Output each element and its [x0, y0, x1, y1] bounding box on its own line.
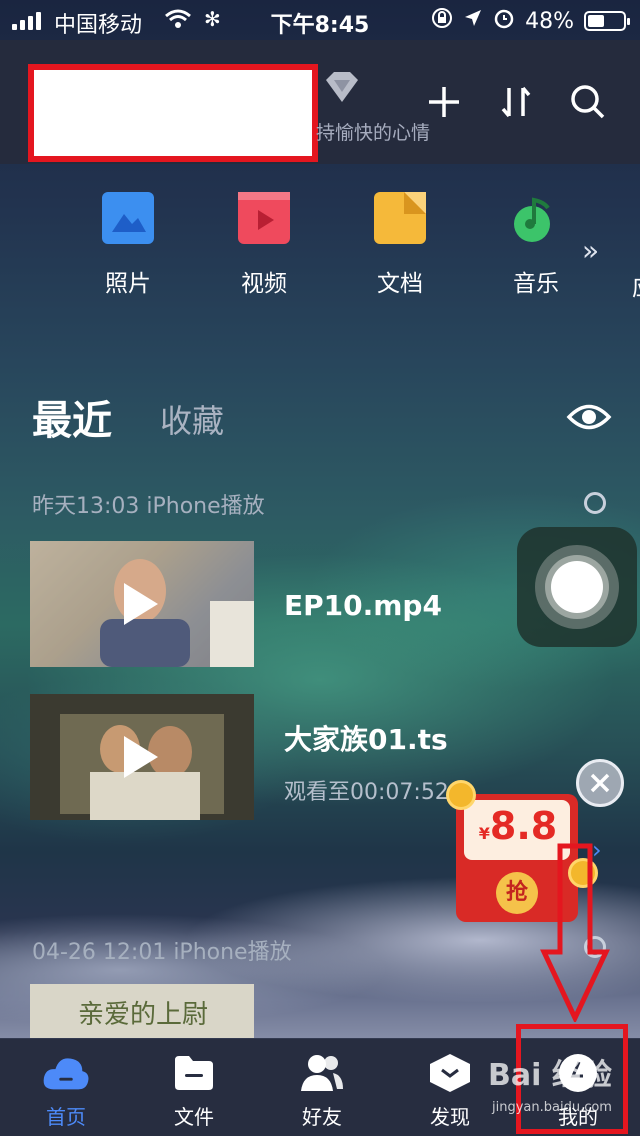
- red-packet-grab-button[interactable]: 抢: [496, 872, 538, 914]
- home-cloud-icon: [42, 1051, 90, 1095]
- group-header: 04-26 12:01 iPhone播放: [32, 940, 292, 965]
- sort-icon[interactable]: [494, 80, 538, 124]
- friends-icon: [298, 1051, 346, 1095]
- vip-diamond-icon[interactable]: [322, 70, 362, 106]
- document-icon: [374, 192, 426, 244]
- eye-icon[interactable]: [566, 398, 612, 436]
- search-icon[interactable]: [566, 80, 610, 124]
- watermark-logo: Bai 经验: [488, 1058, 612, 1093]
- discover-icon: [426, 1051, 474, 1095]
- tab-files[interactable]: 文件: [130, 1039, 258, 1136]
- tab-recent[interactable]: 最近: [32, 388, 112, 446]
- tab-label: 首页: [46, 1105, 86, 1129]
- username-redacted[interactable]: [28, 64, 318, 204]
- folder-icon: [170, 1051, 218, 1095]
- close-icon[interactable]: [576, 759, 624, 807]
- user-slogan: 持愉快的心情: [316, 122, 431, 144]
- watch-progress: 观看至00:07:52: [284, 780, 449, 805]
- quick-item-photo[interactable]: 照片: [73, 192, 183, 298]
- coin-icon: [446, 780, 476, 810]
- tab-favorites[interactable]: 收藏: [160, 396, 224, 442]
- tab-home[interactable]: 首页: [2, 1039, 130, 1136]
- watermark-url: jingyan.baidu.com: [492, 1100, 612, 1115]
- orientation-lock-icon: [431, 7, 453, 35]
- video-thumbnail: 亲爱的上尉: [30, 984, 254, 1040]
- video-thumbnail: [30, 541, 254, 667]
- tab-friends[interactable]: 好友: [258, 1039, 386, 1136]
- quick-item-label: 照片: [105, 271, 151, 297]
- annotation-arrow: [540, 843, 610, 1022]
- assistive-touch-button[interactable]: [517, 527, 637, 647]
- status-bar: 中国移动 ✻ 下午8:45 48%: [0, 0, 640, 40]
- tab-label: 文件: [174, 1105, 214, 1129]
- quick-item-label: 音乐: [513, 271, 559, 297]
- thumbnail-caption: 亲爱的上尉: [78, 1000, 209, 1030]
- video-thumbnail: [30, 694, 254, 820]
- redaction-box: [28, 64, 318, 162]
- alarm-icon: [493, 7, 515, 35]
- video-icon: [238, 192, 290, 244]
- quick-item-label: 视频: [241, 271, 287, 297]
- recent-favorites-tabs: 最近 收藏: [0, 388, 640, 448]
- file-name: 大家族01.ts: [284, 723, 448, 756]
- group-select-circle[interactable]: [584, 492, 606, 514]
- quick-item-label-clipped[interactable]: 应: [632, 268, 640, 302]
- plus-icon[interactable]: [422, 80, 466, 124]
- quick-item-label: 文档: [377, 271, 423, 297]
- quick-item-document[interactable]: 文档: [345, 192, 455, 298]
- quick-access-bar: 照片 视频 文档 音乐: [0, 192, 640, 302]
- quick-item-music[interactable]: 音乐: [481, 192, 591, 298]
- play-icon: [124, 736, 158, 778]
- quick-item-video[interactable]: 视频: [209, 192, 319, 298]
- music-icon: [510, 192, 562, 244]
- battery-icon: [584, 11, 630, 31]
- photo-icon: [102, 192, 154, 244]
- battery-percent: 48%: [525, 8, 574, 34]
- more-categories-icon[interactable]: »: [582, 234, 599, 267]
- file-name: EP10.mp4: [284, 589, 442, 622]
- tab-label: 好友: [302, 1105, 342, 1129]
- group-header: 昨天13:03 iPhone播放: [32, 494, 265, 519]
- play-icon: [124, 583, 158, 625]
- location-icon: [463, 8, 483, 34]
